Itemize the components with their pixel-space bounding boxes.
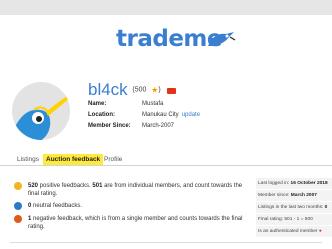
name-value: Mustafa (142, 101, 164, 107)
feedback-score-close: ) (158, 86, 161, 94)
final-rating: Final rating: 501 - 1 = 500 (256, 214, 332, 225)
feedback-score[interactable]: (500 (132, 87, 146, 94)
negative-face-icon (14, 215, 22, 223)
username: bl4ck (88, 80, 128, 99)
member-since-label: Member Since: (88, 123, 131, 129)
location-label: Location: (88, 112, 115, 118)
member-stats-sidebar: Last logged in: 16 October 2018 Member s… (256, 178, 332, 238)
name-label: Name: (88, 101, 107, 107)
positive-feedback-text: 520 positive feedbacks. 501 are from ind… (28, 183, 243, 197)
badge-icon (167, 87, 177, 94)
tab-listings[interactable]: Listings (14, 154, 42, 165)
last-logged-in: Last logged in: 16 October 2018 (256, 178, 332, 189)
authenticated-flag-icon: ● (318, 229, 322, 234)
tab-auction-feedback[interactable]: Auction feedback (43, 154, 104, 165)
tab-profile[interactable]: Profile (101, 154, 125, 165)
username-heading: bl4ck (500 ★) (88, 80, 177, 101)
listings-stat: Listings in the last two months: 0 (256, 202, 332, 213)
top-bar (0, 0, 332, 15)
member-since-stat: Member since: March 2007 (256, 190, 332, 201)
negative-feedback-text: 1 negative feedback, which is from a sin… (28, 216, 243, 230)
neutral-face-icon (14, 202, 22, 210)
neutral-feedback-text: 0 neutral feedbacks. (28, 203, 83, 209)
kiwi-logo-icon (208, 32, 236, 46)
authenticated-member: Is an authenticated member ● (256, 226, 332, 237)
divider (10, 242, 322, 243)
positive-face-icon (14, 182, 22, 190)
location-value-wrap: Manukau City update (142, 111, 200, 119)
member-since-value: March-2007 (142, 123, 175, 129)
update-location-link[interactable]: update (182, 112, 200, 118)
avatar (12, 82, 70, 140)
kiwi-avatar-icon (12, 94, 70, 140)
location-value: Manukau City (142, 112, 179, 118)
profile-tabs: Listings Auction feedback Profile (0, 152, 332, 166)
